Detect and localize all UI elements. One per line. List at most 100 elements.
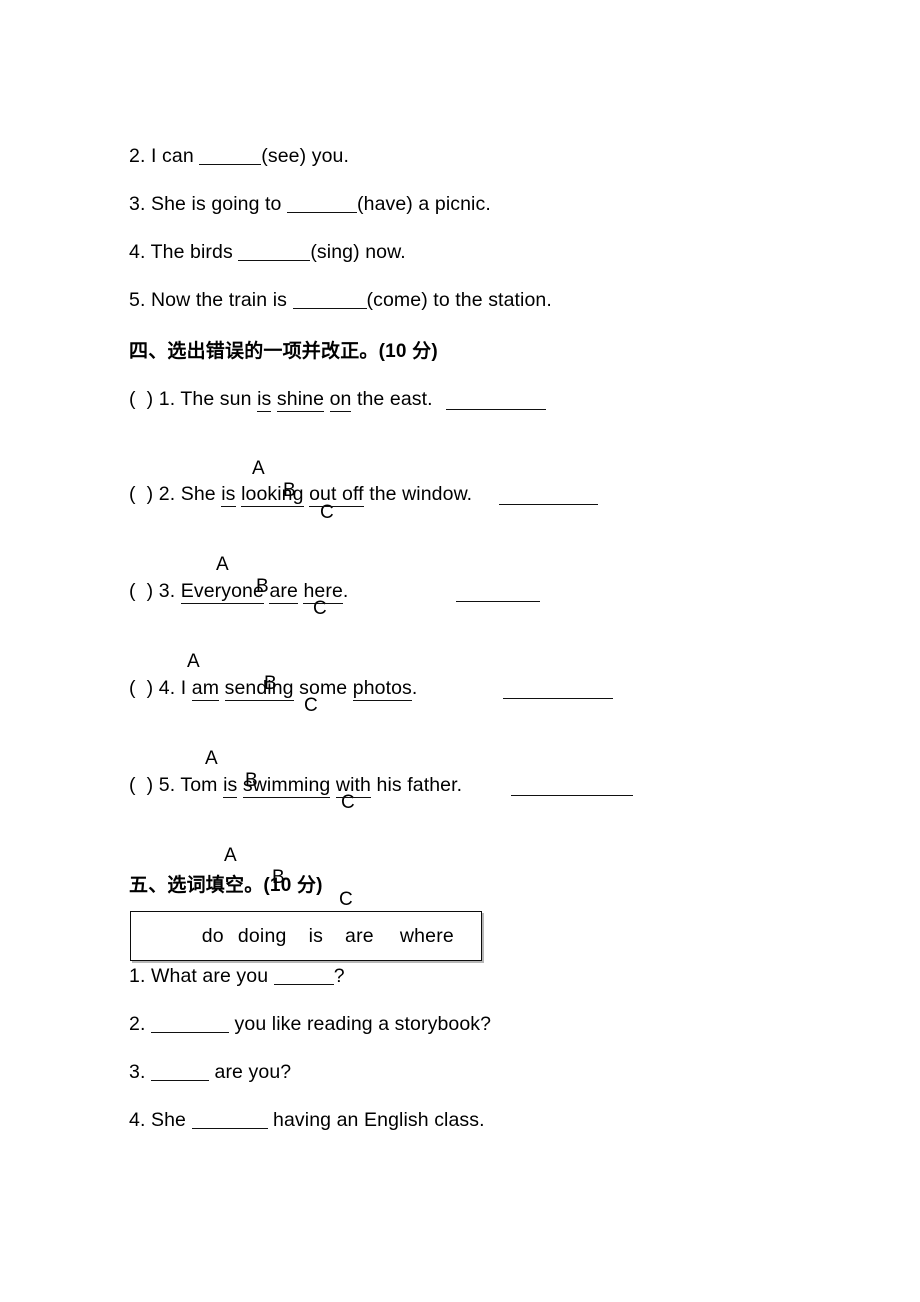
word-fill-2-after: you like reading a storybook? — [229, 1013, 492, 1035]
word-bank-item-doing[interactable]: doing — [238, 925, 287, 948]
word-fill-1-number: 1. — [129, 965, 146, 987]
word-fill-item-2: 2. you like reading a storybook? — [129, 1013, 492, 1035]
correction-q2-option-c[interactable]: out off — [309, 483, 364, 507]
correction-q3-option-letters: A B C — [0, 629, 318, 739]
correction-q5-p0: Tom — [180, 774, 224, 796]
word-fill-1-before: What are you — [151, 965, 274, 987]
section-five-heading: 五、选词填空。(10 分) — [129, 875, 323, 896]
word-bank-box: do doing is are where — [130, 911, 482, 961]
correction-q3-option-a[interactable]: Everyone — [180, 580, 264, 604]
word-fill-4-before: She — [151, 1109, 192, 1131]
correction-q3-letter-a: A — [187, 651, 200, 672]
correction-q2-answer-blank[interactable] — [499, 504, 598, 505]
correction-q1-option-a[interactable]: is — [257, 388, 272, 412]
verb-item-4-blank[interactable] — [238, 246, 311, 261]
correction-q2-number: 2. — [158, 483, 181, 505]
verb-item-3-blank[interactable] — [287, 198, 358, 213]
correction-q5-p6: his father. — [370, 774, 463, 796]
verb-item-5-after: (come) to the station. — [366, 289, 552, 311]
correction-q2-option-letters: A B C — [0, 532, 327, 642]
word-fill-4-blank[interactable] — [191, 1114, 268, 1129]
word-bank-item-where[interactable]: where — [400, 925, 454, 948]
correction-q5-answer-blank[interactable] — [511, 795, 633, 796]
correction-q4-option-c[interactable]: photos — [352, 677, 412, 701]
verb-item-5-before: Now the train is — [151, 289, 293, 311]
correction-q3-bracket[interactable]: ( ) — [129, 580, 159, 602]
verb-item-4-number: 4. — [129, 241, 146, 263]
correction-q3-number: 3. — [158, 580, 181, 602]
verb-item-4-after: (sing) now. — [310, 241, 406, 263]
correction-q4-answer-blank[interactable] — [503, 698, 613, 699]
word-fill-2-number: 2. — [129, 1013, 146, 1035]
verb-item-5-number: 5. — [129, 289, 146, 311]
verb-item-3-before: She is going to — [151, 193, 288, 215]
correction-question-5: ( ) 5. Tom is swimming with his father. — [129, 774, 463, 798]
correction-q4-letter-a: A — [205, 748, 218, 769]
correction-q5-option-c[interactable]: with — [335, 774, 371, 798]
verb-item-2: 2. I can (see) you. — [129, 145, 349, 167]
correction-q2-letter-a: A — [216, 554, 229, 575]
correction-q2-p0: She — [180, 483, 222, 505]
word-fill-3-blank[interactable] — [151, 1066, 209, 1081]
correction-q1-letter-a: A — [252, 458, 265, 479]
word-fill-4-number: 4. — [129, 1109, 146, 1131]
correction-q1-bracket[interactable]: ( ) — [129, 388, 159, 410]
correction-question-1: ( ) 1. The sun is shine on the east. — [129, 388, 433, 412]
correction-q1-p0: The sun — [180, 388, 258, 410]
word-fill-2-blank[interactable] — [151, 1018, 229, 1033]
word-fill-4-after: having an English class. — [267, 1109, 485, 1131]
verb-item-3-after: (have) a picnic. — [357, 193, 491, 215]
correction-q1-option-c[interactable]: on — [329, 388, 352, 412]
correction-q5-option-a[interactable]: is — [223, 774, 238, 798]
verb-item-3: 3. She is going to (have) a picnic. — [129, 193, 491, 215]
correction-q1-option-letters: A B C — [0, 436, 334, 546]
correction-q1-option-b[interactable]: shine — [276, 388, 325, 412]
verb-item-2-before: I can — [151, 145, 200, 167]
word-fill-1-after: ? — [333, 965, 345, 987]
correction-question-2: ( ) 2. She is looking out off the window… — [129, 483, 473, 507]
correction-q3-answer-blank[interactable] — [456, 601, 540, 602]
correction-q2-option-b[interactable]: looking — [241, 483, 304, 507]
section-four-heading: 四、选出错误的一项并改正。(10 分) — [129, 341, 438, 362]
correction-q1-answer-blank[interactable] — [446, 409, 546, 410]
correction-q4-bracket[interactable]: ( ) — [129, 677, 159, 699]
verb-item-5: 5. Now the train is (come) to the statio… — [129, 289, 552, 311]
correction-q4-p0: I — [180, 677, 192, 699]
correction-q4-p2 — [219, 677, 225, 699]
word-fill-item-3: 3. are you? — [129, 1061, 292, 1083]
word-fill-1-blank[interactable] — [273, 970, 334, 985]
word-bank-item-do[interactable]: do — [202, 925, 224, 948]
word-fill-3-number: 3. — [129, 1061, 146, 1083]
correction-q5-option-b[interactable]: swimming — [242, 774, 331, 798]
correction-q1-number: 1. — [158, 388, 181, 410]
correction-question-3: ( ) 3. Everyone are here. — [129, 580, 348, 604]
verb-item-4: 4. The birds (sing) now. — [129, 241, 406, 263]
word-fill-3-after: are you? — [209, 1061, 292, 1083]
correction-q5-bracket[interactable]: ( ) — [129, 774, 159, 796]
correction-q5-option-letters: A B C — [0, 823, 353, 933]
correction-q4-p4: some — [293, 677, 353, 699]
correction-q4-option-b[interactable]: sending — [224, 677, 294, 701]
correction-q1-p6: the east. — [351, 388, 433, 410]
correction-q4-p6: . — [411, 677, 418, 699]
correction-q2-p6: the window. — [363, 483, 473, 505]
verb-item-5-blank[interactable] — [292, 294, 367, 309]
correction-q5-letter-a: A — [224, 845, 237, 866]
word-bank-item-are[interactable]: are — [345, 925, 374, 948]
verb-item-2-number: 2. — [129, 145, 146, 167]
correction-q1-p4 — [324, 388, 330, 410]
correction-q4-number: 4. — [158, 677, 181, 699]
verb-item-4-before: The birds — [150, 241, 239, 263]
correction-q2-option-a[interactable]: is — [221, 483, 236, 507]
correction-q3-option-b[interactable]: are — [269, 580, 298, 604]
correction-q3-option-c[interactable]: here — [303, 580, 343, 604]
correction-q2-bracket[interactable]: ( ) — [129, 483, 159, 505]
verb-item-2-blank[interactable] — [199, 150, 262, 165]
word-bank-words: do doing is are where — [131, 902, 481, 971]
word-bank-item-is[interactable]: is — [309, 925, 323, 948]
verb-item-3-number: 3. — [129, 193, 146, 215]
word-fill-item-4: 4. She having an English class. — [129, 1109, 485, 1131]
correction-q5-number: 5. — [158, 774, 181, 796]
verb-item-2-after: (see) you. — [261, 145, 349, 167]
correction-q4-option-a[interactable]: am — [191, 677, 220, 701]
